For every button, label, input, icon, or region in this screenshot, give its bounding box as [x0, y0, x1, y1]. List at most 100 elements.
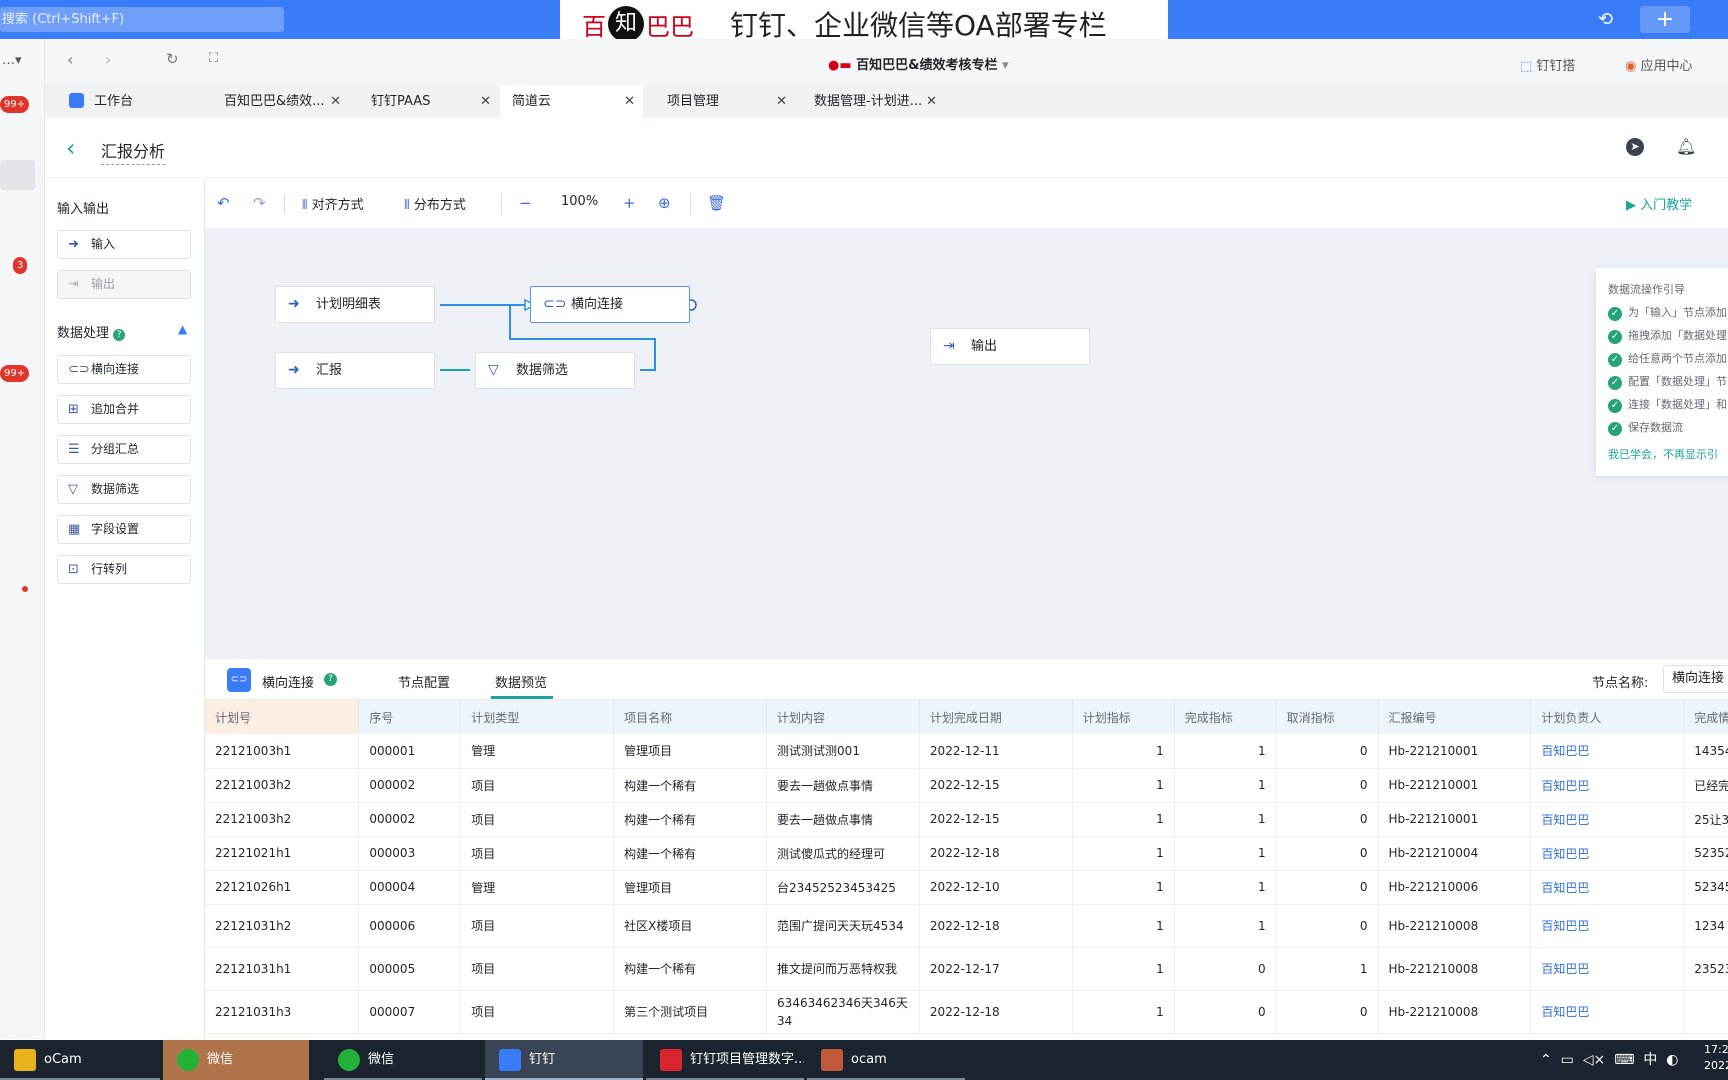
app-center-link[interactable]: ◉ 应用中心	[1625, 55, 1693, 74]
tray-icons[interactable]: ⌃ ▭ ◁× ⌨ 中 ◐	[1540, 1040, 1678, 1080]
data-preview-table[interactable]: 计划号 序号 计划类型 项目名称 计划内容 计划完成日期 计划指标 完成指标 取消指标 汇报编号计…	[205, 700, 1728, 1040]
global-search-input[interactable]: 搜索 (Ctrl+Shift+F)	[0, 7, 284, 32]
table-row[interactable]: 22121003h2 000002 项目 构建一个稀有 要去一趟做点事情 2022-12-…	[205, 768, 1728, 803]
locate-icon[interactable]: ⊕	[658, 194, 671, 212]
active-tab-underline	[491, 696, 553, 699]
table-cell[interactable]: 百知巴巴	[1530, 836, 1685, 871]
column-header[interactable]: 计划指标	[1072, 700, 1175, 734]
tab-data-preview[interactable]: 数据预览	[495, 672, 547, 691]
close-icon[interactable]: ✕	[480, 85, 491, 118]
close-icon[interactable]: ✕	[624, 85, 635, 118]
close-icon[interactable]: ✕	[776, 85, 787, 118]
column-header[interactable]: 取消指标	[1276, 700, 1379, 734]
join-node-button[interactable]: ⊂⊃ 横向连接	[57, 355, 191, 384]
compass-icon[interactable]: ➤	[1626, 138, 1644, 156]
row-to-column-button[interactable]: ⊡ 行转列	[57, 555, 191, 584]
table-row[interactable]: 22121031h2 000006 项目 社区X楼项目 范围广提问天天玩4534 2022…	[205, 904, 1728, 948]
bell-icon[interactable]: 🔔︎	[1676, 137, 1696, 156]
tab-jiandaoyun[interactable]: 简道云 ✕	[500, 85, 643, 118]
tab-baizhibaba[interactable]: 百知巴巴&绩效... ✕	[212, 85, 349, 118]
org-switcher[interactable]: ●▬ 百知巴巴&绩效考核专栏 ▾	[828, 54, 1009, 73]
tab-data-mgmt[interactable]: 数据管理-计划进... ✕	[802, 85, 945, 118]
delete-icon[interactable]: 🗑︎	[707, 194, 726, 212]
close-icon[interactable]: ✕	[330, 85, 341, 118]
dingda-link[interactable]: ⬚ 钉钉搭	[1520, 55, 1575, 74]
table-row[interactable]: 22121003h2 000002 项目 构建一个稀有 要去一趟做点事情 2022-12-…	[205, 802, 1728, 837]
table-cell[interactable]: 百知巴巴	[1530, 904, 1685, 948]
close-icon[interactable]: ✕	[926, 85, 937, 118]
node-plan-detail[interactable]: ➜ 计划明细表	[275, 286, 435, 323]
column-header[interactable]: 序号	[358, 700, 462, 734]
table-cell[interactable]: 百知巴巴	[1530, 768, 1685, 803]
node-join[interactable]: ⊂⊃ 横向连接	[530, 286, 690, 323]
column-header[interactable]: 计划完成日期	[919, 700, 1073, 734]
help-icon[interactable]: ?	[113, 329, 126, 341]
add-button[interactable]: +	[1640, 6, 1690, 33]
append-node-button[interactable]: ⊞ 追加合并	[57, 395, 191, 424]
column-header[interactable]: 项目名称	[613, 700, 768, 734]
rail-active-item[interactable]	[0, 160, 35, 190]
node-name-input[interactable]: 横向连接	[1663, 665, 1728, 693]
taskbar-item-wps[interactable]: 钉钉项目管理数字...	[646, 1040, 804, 1080]
add-input-button[interactable]: ➜ 输入	[57, 230, 191, 259]
column-header[interactable]: 完成指标	[1174, 700, 1277, 734]
taskbar-item-ocam[interactable]: oCam	[0, 1040, 160, 1080]
table-row[interactable]: 22121003h1 000001 管理 管理项目 测试测试测001 2022-12-11…	[205, 734, 1728, 769]
taskbar-item-wechat-1[interactable]: 微信	[163, 1040, 309, 1080]
column-header[interactable]: 计划负责人	[1530, 700, 1685, 734]
back-arrow-icon[interactable]: ‹	[66, 134, 76, 162]
node-report[interactable]: ➜ 汇报	[275, 352, 435, 389]
table-icon: ▦	[68, 522, 81, 537]
redo-icon[interactable]: ↷	[253, 194, 266, 212]
column-header[interactable]: 计划内容	[766, 700, 920, 734]
clock[interactable]: 17:2 2022	[1704, 1042, 1728, 1080]
tab-node-config[interactable]: 节点配置	[398, 672, 450, 691]
tab-workbench[interactable]: 工作台	[57, 85, 197, 118]
table-cell[interactable]: 百知巴巴	[1530, 870, 1685, 905]
page-title[interactable]: 汇报分析	[101, 138, 166, 165]
filter-node-button[interactable]: ▽ 数据筛选	[57, 475, 191, 504]
node-label: 横向连接	[571, 297, 624, 312]
table-cell[interactable]: 百知巴巴	[1530, 734, 1685, 769]
distribute-button[interactable]: ⦀ 分布方式	[404, 194, 466, 213]
back-icon[interactable]: ‹	[67, 50, 73, 69]
table-row[interactable]: 22121031h3 000007 项目 第三个测试项目 63463462346天346…	[205, 990, 1728, 1034]
table-row[interactable]: 22121021h1 000003 项目 构建一个稀有 测试傻瓜式的经理可 2022-12…	[205, 836, 1728, 871]
group-node-button[interactable]: ☰ 分组汇总	[57, 435, 191, 464]
table-cell[interactable]: 百知巴巴	[1530, 990, 1685, 1034]
zoom-in-icon[interactable]: +	[623, 194, 636, 212]
history-icon[interactable]: ⟲	[1598, 9, 1613, 30]
more-icon[interactable]: …▾	[2, 53, 22, 68]
help-icon[interactable]: ?	[324, 673, 337, 686]
tab-project-mgmt[interactable]: 项目管理 ✕	[655, 85, 795, 118]
node-output[interactable]: ⇥ 输出	[930, 328, 1090, 365]
warning-icon[interactable]: ▲	[178, 322, 187, 336]
zoom-out-icon[interactable]: −	[519, 194, 532, 212]
guide-step: ✓ 为「输入」节点添加	[1608, 304, 1728, 327]
taskbar-item-dingtalk[interactable]: 钉钉	[485, 1040, 643, 1080]
add-output-button[interactable]: ⇥ 输出	[57, 270, 191, 299]
tab-dingding-paas[interactable]: 钉钉PAAS ✕	[359, 85, 499, 118]
table-cell[interactable]: 百知巴巴	[1530, 802, 1685, 837]
align-button[interactable]: ⫴ 对齐方式	[302, 194, 364, 213]
dismiss-guide-link[interactable]: 我已学会，不再显示引	[1608, 446, 1728, 469]
column-header[interactable]: 计划类型	[460, 700, 615, 734]
fullscreen-icon[interactable]: ⛶	[209, 51, 218, 66]
filter-icon: ▽	[488, 362, 499, 378]
taskbar-item-ocam-2[interactable]: ocam	[807, 1040, 965, 1080]
table-row[interactable]: 22121031h1 000005 项目 构建一个稀有 推文提问而万恶特权我 2022-1…	[205, 947, 1728, 991]
undo-icon[interactable]: ↶	[217, 194, 230, 212]
table-row[interactable]: 22121026h1 000004 管理 管理项目 台23452523453425 202…	[205, 870, 1728, 905]
table-cell[interactable]: 百知巴巴	[1530, 947, 1685, 991]
taskbar-item-wechat-2[interactable]: 微信	[324, 1040, 482, 1080]
refresh-icon[interactable]: ↻	[166, 50, 179, 68]
column-header[interactable]: 汇报编号	[1378, 700, 1532, 734]
tutorial-link[interactable]: ▶ 入门教学	[1626, 194, 1692, 213]
node-filter[interactable]: ▽ 数据筛选	[475, 352, 635, 389]
field-settings-button[interactable]: ▦ 字段设置	[57, 515, 191, 544]
column-header[interactable]: 计划号	[205, 700, 360, 734]
forward-icon[interactable]: ›	[105, 50, 111, 69]
table-cell: 1	[1276, 947, 1379, 991]
check-icon: ✓	[1608, 399, 1622, 413]
column-header[interactable]: 完成情况	[1683, 700, 1728, 734]
